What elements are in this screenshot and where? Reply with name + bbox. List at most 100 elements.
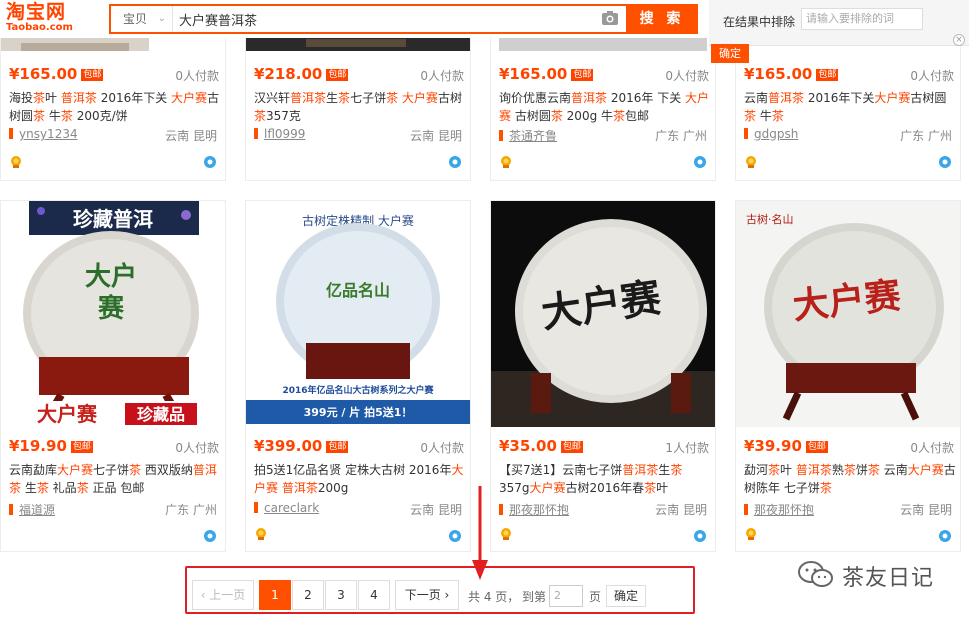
product-image[interactable]: 古树·名山 大户赛 [736,201,960,427]
product-image[interactable] [246,37,470,53]
title-keyword: 普洱茶 [290,91,327,105]
product-card[interactable]: 大户赛 ¥35.00 包邮 1人付款 【买7送1】云南七子饼普洱茶生茶357g大户… [490,200,716,552]
title-text: 叶 [45,91,61,105]
title-text: 357克 [266,109,301,123]
title-text: 【买7送1】云南七子饼 [499,463,623,477]
page-2-button[interactable]: 2 [292,580,324,610]
chevron-down-icon: ⌄ [157,13,166,24]
search-scope-select[interactable]: 宝贝 ⌄ [111,6,173,32]
product-card[interactable]: ¥165.00 包邮 0人付款 云南普洱茶 2016年下关大户赛古树圆茶 牛茶 g… [735,36,961,181]
shop-link[interactable]: 茶通齐鲁 [499,127,557,144]
search-input[interactable] [175,6,595,32]
page-1-button[interactable]: 1 [259,580,291,610]
product-card[interactable]: 古树·名山 大户赛 ¥39.90 包邮 0人付款 勐河茶叶 普洱茶熟茶饼茶 云南大… [735,200,961,552]
deal-count: 0人付款 [175,441,219,455]
title-text: 牛 [45,109,61,123]
shop-link[interactable]: 福道源 [9,501,55,518]
price-row: ¥39.90 包邮 0人付款 [744,437,954,455]
page-4-button[interactable]: 4 [358,580,390,610]
wangwang-chat-icon[interactable] [203,529,217,543]
title-keyword: 茶 [386,91,399,105]
prev-page-button[interactable]: ‹ 上一页 [192,580,254,610]
shop-link[interactable]: 那夜那怀抱 [499,501,569,518]
exclude-confirm-button[interactable]: 确定 [711,44,749,63]
title-text: 2016年下关 [96,91,172,105]
wangwang-chat-icon[interactable] [693,529,707,543]
shop-name: lfl0999 [264,127,306,141]
price: ¥19.90 [9,437,67,455]
title-keyword: 茶 [338,91,351,105]
product-card[interactable]: ¥165.00 包邮 0人付款 海投茶叶 普洱茶 2016年下关 大户赛古树圆茶 … [0,36,226,181]
product-card[interactable]: ¥165.00 包邮 0人付款 询价优惠云南普洱茶 2016年 下关 大户赛 古树… [490,36,716,181]
title-keyword: 茶 [129,463,142,477]
title-keyword: 茶 [867,463,880,477]
camera-icon[interactable] [601,10,619,26]
page-3-button[interactable]: 3 [325,580,357,610]
title-text: 牛 [756,109,772,123]
product-image[interactable]: 古树定株精制 大户赛 亿品名山 2016年亿品名山大古树系列之大户赛 399元 … [246,201,470,427]
title-text: 古树2016年春 [565,481,645,495]
free-shipping-badge: 包邮 [326,69,349,81]
search-bar: 宝贝 ⌄ 搜 索 [109,4,698,34]
shop-name: 福道源 [19,503,56,517]
price-row: ¥35.00 包邮 1人付款 [499,437,709,455]
shop-name: careclark [264,501,320,515]
title-text: 七子饼 [350,91,387,105]
location: 云南 昆明 [410,129,462,143]
title-text: 叶 [780,463,796,477]
product-title[interactable]: 【买7送1】云南七子饼普洱茶生茶357g大户赛古树2016年春茶叶 [499,461,711,497]
product-title[interactable]: 勐河茶叶 普洱茶熟茶饼茶 云南大户赛古树陈年 七子饼茶 [744,461,956,497]
shop-link[interactable]: careclark [254,501,319,515]
price: ¥165.00 [499,65,568,83]
free-shipping-badge: 包邮 [571,69,594,81]
wangwang-chat-icon[interactable] [448,529,462,543]
product-card[interactable]: 珍藏普洱 大户赛 珍藏品 大户 赛 ¥19.90 包邮 0人付款 云南勐库大户赛七… [0,200,226,552]
image-offer-text: 399元 / 片 拍5送1！ [304,405,413,419]
svg-text:赛: 赛 [97,293,125,324]
taobao-logo[interactable]: 淘宝网 Taobao.com [6,2,86,36]
wangwang-chat-icon[interactable] [938,529,952,543]
title-keyword: 大户赛 [171,91,208,105]
shop-name: 茶通齐鲁 [509,129,558,143]
product-title[interactable]: 海投茶叶 普洱茶 2016年下关 大户赛古树圆茶 牛茶 200克/饼 [9,89,221,125]
next-page-button[interactable]: 下一页 › [395,580,459,610]
product-image[interactable]: 珍藏普洱 大户赛 珍藏品 大户 赛 [1,201,225,427]
title-text: 357g [499,481,530,495]
wangwang-chat-icon[interactable] [693,155,707,169]
logo-english: Taobao.com [6,22,73,33]
shop-link[interactable]: gdgpsh [744,127,798,141]
product-title[interactable]: 询价优惠云南普洱茶 2016年 下关 大户赛 古树圆茶 200g 牛茶包邮 [499,89,711,125]
product-title[interactable]: 云南普洱茶 2016年下关大户赛古树圆茶 牛茶 [744,89,956,125]
shop-link[interactable]: ynsy1234 [9,127,78,141]
product-title[interactable]: 汉兴轩普洱茶生茶七子饼茶 大户赛古树茶357克 [254,89,466,125]
shop-link[interactable]: lfl0999 [254,127,305,141]
title-text: 汉兴轩 [254,91,291,105]
location: 云南 昆明 [165,129,217,143]
price-row: ¥165.00 包邮 0人付款 [744,65,954,83]
search-button[interactable]: 搜 索 [626,4,698,34]
product-card[interactable]: 古树定株精制 大户赛 亿品名山 2016年亿品名山大古树系列之大户赛 399元 … [245,200,471,552]
wangwang-chat-icon[interactable] [448,155,462,169]
product-image[interactable] [491,37,715,53]
title-text: 拍5送1亿品名贤 定株大古树 2016年 [254,463,452,477]
price: ¥399.00 [254,437,323,455]
deal-count: 0人付款 [910,69,954,83]
product-title[interactable]: 拍5送1亿品名贤 定株大古树 2016年大户赛 普洱茶200g [254,461,466,497]
shop-link[interactable]: 那夜那怀抱 [744,501,814,518]
price-row: ¥165.00 包邮 0人付款 [499,65,709,83]
search-scope-label: 宝贝 [123,12,148,26]
total-pages-text: 共 4 页， [468,590,520,604]
title-keyword: 茶 [771,109,784,123]
title-text: 古树圆 [910,91,947,105]
wangwang-chat-icon[interactable] [203,155,217,169]
page-number-input[interactable]: 2 [549,585,583,607]
exclude-input[interactable]: 请输入要排除的词 [801,8,923,30]
close-icon[interactable]: × [953,34,965,46]
title-keyword: 普洱茶 [281,481,318,495]
product-card[interactable]: ¥218.00 包邮 0人付款 汉兴轩普洱茶生茶七子饼茶 大户赛古树茶357克 l… [245,36,471,181]
product-image[interactable] [1,37,225,53]
product-title[interactable]: 云南勐库大户赛七子饼茶 西双版纳普洱茶 生茶 礼品茶 正品 包邮 [9,461,221,497]
wangwang-chat-icon[interactable] [938,155,952,169]
product-image[interactable]: 大户赛 [491,201,715,427]
goto-confirm-button[interactable]: 确定 [606,585,646,607]
